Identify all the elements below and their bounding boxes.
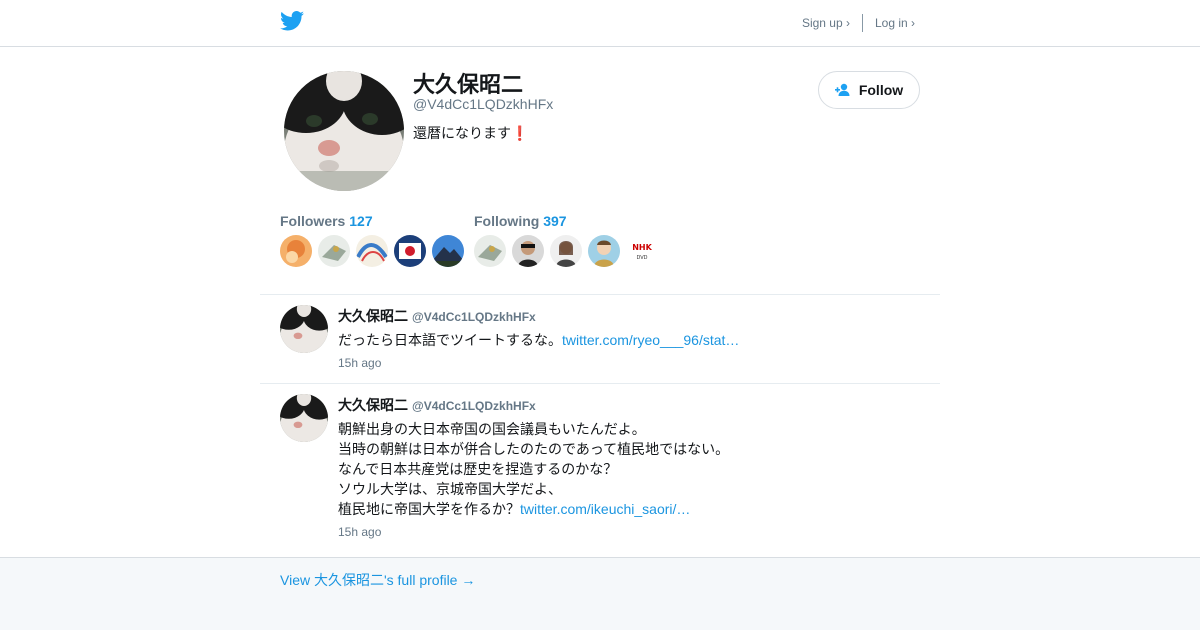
followers-stat[interactable]: Followers 127: [280, 213, 373, 229]
tweet-timestamp[interactable]: 15h ago: [338, 356, 381, 370]
tweet-header: 大久保昭二 @V4dCc1LQDzkhHFx: [338, 306, 536, 326]
tweet-line: 当時の朝鮮は日本が併合したのたのであって植民地ではない。: [338, 441, 730, 457]
nav-divider: [861, 14, 863, 32]
tweet-link[interactable]: twitter.com/ryeo___96/stat…: [562, 332, 739, 348]
tweet-text: だったら日本語でツイートするな。twitter.com/ryeo___96/st…: [338, 330, 898, 350]
svg-text:DVD: DVD: [636, 255, 647, 261]
tweet-author-name[interactable]: 大久保昭二: [338, 397, 408, 413]
tweet-line: ソウル大学は、京城帝国大学だよ、: [338, 481, 562, 497]
follower-avatar[interactable]: [394, 235, 426, 267]
tweet-item[interactable]: 大久保昭二 @V4dCc1LQDzkhHFx だったら日本語でツイートするな。tw…: [260, 295, 940, 384]
following-count: 397: [543, 213, 567, 229]
following-stat[interactable]: Following 397: [474, 213, 567, 229]
tweet-item[interactable]: 大久保昭二 @V4dCc1LQDzkhHFx 朝鮮出身の大日本帝国の国会議員もいた…: [260, 384, 940, 558]
follow-label: Follow: [858, 82, 904, 98]
tweet-author-name[interactable]: 大久保昭二: [338, 308, 408, 324]
tweet-line: 朝鮮出身の大日本帝国の国会議員もいたんだよ。: [338, 421, 646, 437]
follower-avatar[interactable]: [318, 235, 350, 267]
followers-label: Followers: [280, 213, 346, 229]
tweet-avatar[interactable]: [280, 394, 328, 442]
following-avatar[interactable]: NHK DVD: [626, 235, 658, 267]
twitter-bird-icon[interactable]: [280, 11, 304, 31]
follow-button[interactable]: Follow: [818, 71, 920, 109]
tweet-avatar[interactable]: [280, 305, 328, 353]
signup-link[interactable]: Sign up ›: [802, 16, 850, 30]
profile-handle: @V4dCc1LQDzkhHFx: [413, 96, 554, 112]
follower-avatar[interactable]: [432, 235, 464, 267]
exclamation-emoji-icon: ❗: [511, 125, 529, 141]
profile-bio: 還暦になります❗: [413, 123, 528, 143]
tweet-timestamp[interactable]: 15h ago: [338, 525, 381, 539]
tweet-line: 植民地に帝国大学を作るか？: [338, 501, 520, 517]
top-bar: Sign up › Log in ›: [0, 0, 1200, 47]
following-label: Following: [474, 213, 540, 229]
tweet-link[interactable]: twitter.com/ikeuchi_saori/…: [520, 501, 690, 517]
bio-text: 還暦になります: [413, 125, 511, 141]
following-avatars: NHK DVD: [474, 235, 664, 267]
tweet-line: だったら日本語でツイートするな。: [338, 332, 562, 348]
following-avatar[interactable]: [474, 235, 506, 267]
tweet-author-handle[interactable]: @V4dCc1LQDzkhHFx: [412, 399, 536, 413]
following-avatar[interactable]: [588, 235, 620, 267]
tweet-author-handle[interactable]: @V4dCc1LQDzkhHFx: [412, 310, 536, 324]
full-profile-link[interactable]: View 大久保昭二's full profile →: [280, 570, 475, 590]
follow-person-icon: [834, 83, 850, 96]
tweet-header: 大久保昭二 @V4dCc1LQDzkhHFx: [338, 395, 536, 415]
cat-avatar-image: [284, 71, 404, 191]
followers-avatars: [280, 235, 470, 267]
follower-avatar[interactable]: [280, 235, 312, 267]
profile-card: 大久保昭二 @V4dCc1LQDzkhHFx 還暦になります❗ Follow F…: [260, 47, 940, 295]
footer: View 大久保昭二's full profile →: [0, 557, 1200, 630]
profile-name: 大久保昭二: [413, 72, 524, 97]
followers-count: 127: [349, 213, 373, 229]
profile-avatar[interactable]: [284, 71, 404, 191]
following-avatar[interactable]: [550, 235, 582, 267]
svg-text:NHK: NHK: [632, 243, 652, 252]
login-link[interactable]: Log in ›: [875, 16, 915, 30]
follower-avatar[interactable]: [356, 235, 388, 267]
tweet-line: なんで日本共産党は歴史を捏造するのかな？: [338, 461, 618, 477]
tweet-text: 朝鮮出身の大日本帝国の国会議員もいたんだよ。 当時の朝鮮は日本が併合したのたので…: [338, 419, 898, 519]
top-nav: Sign up › Log in ›: [802, 14, 915, 32]
following-avatar[interactable]: [512, 235, 544, 267]
